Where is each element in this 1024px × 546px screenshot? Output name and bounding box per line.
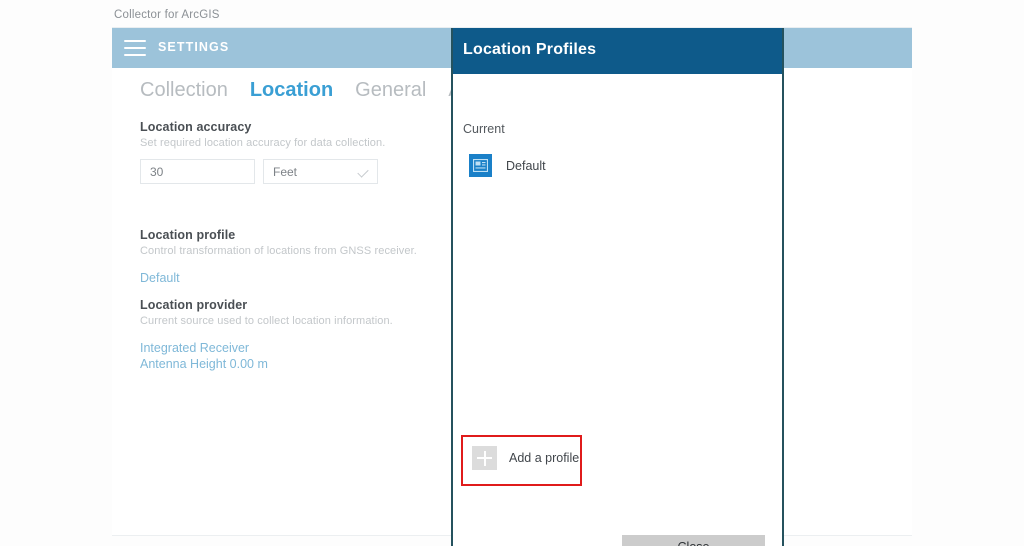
screenshot-root: Collector for ArcGIS SETTINGS Collection…: [0, 0, 1024, 546]
location-profile-icon: [469, 154, 492, 177]
close-button[interactable]: Close: [622, 535, 765, 546]
panel-content: Current Default Add a profile: [453, 74, 782, 546]
app-title: SETTINGS: [158, 40, 230, 54]
location-provider-description: Current source used to collect location …: [140, 315, 393, 327]
current-section-label: Current: [463, 122, 505, 136]
location-profile-value[interactable]: Default: [140, 271, 417, 287]
plus-icon-vertical: [483, 450, 486, 466]
panel-header: Location Profiles: [453, 28, 782, 74]
location-provider-value[interactable]: Integrated Receiver: [140, 341, 393, 357]
hamburger-line-2: [124, 47, 146, 49]
location-accuracy-input[interactable]: [140, 159, 255, 184]
location-accuracy-unit-value: Feet: [273, 165, 298, 179]
plus-icon: [472, 446, 497, 470]
location-profile-group: Location profile Control transformation …: [140, 228, 417, 287]
location-profile-label: Location profile: [140, 228, 236, 242]
location-provider-label: Location provider: [140, 298, 248, 312]
location-accuracy-unit-select[interactable]: Feet: [263, 159, 378, 184]
hamburger-menu-icon[interactable]: [124, 40, 146, 56]
profile-name: Default: [506, 158, 546, 173]
settings-tabs: Collection Location General About: [140, 79, 501, 102]
chevron-down-icon: [357, 166, 369, 178]
location-profiles-panel: Location Profiles Current Default Add a …: [451, 28, 784, 546]
location-accuracy-group: Location accuracy Set required location …: [140, 120, 385, 184]
add-profile-button[interactable]: Add a profile: [472, 446, 579, 470]
location-accuracy-label: Location accuracy: [140, 120, 252, 134]
location-provider-group: Location provider Current source used to…: [140, 298, 393, 372]
tab-collection[interactable]: Collection: [140, 79, 228, 102]
hamburger-line-3: [124, 54, 146, 56]
panel-title: Location Profiles: [463, 41, 597, 58]
list-item-default-profile[interactable]: Default: [467, 150, 552, 181]
hamburger-line-1: [124, 40, 146, 42]
location-accuracy-description: Set required location accuracy for data …: [140, 137, 386, 149]
location-provider-antenna-height: Antenna Height 0.00 m: [140, 356, 268, 371]
location-accuracy-controls: Feet: [140, 159, 385, 184]
add-profile-label: Add a profile: [509, 451, 580, 465]
tab-general[interactable]: General: [355, 79, 426, 102]
tab-location[interactable]: Location: [250, 79, 333, 102]
location-profile-description: Control transformation of locations from…: [140, 245, 417, 257]
app-caption: Collector for ArcGIS: [114, 9, 220, 21]
